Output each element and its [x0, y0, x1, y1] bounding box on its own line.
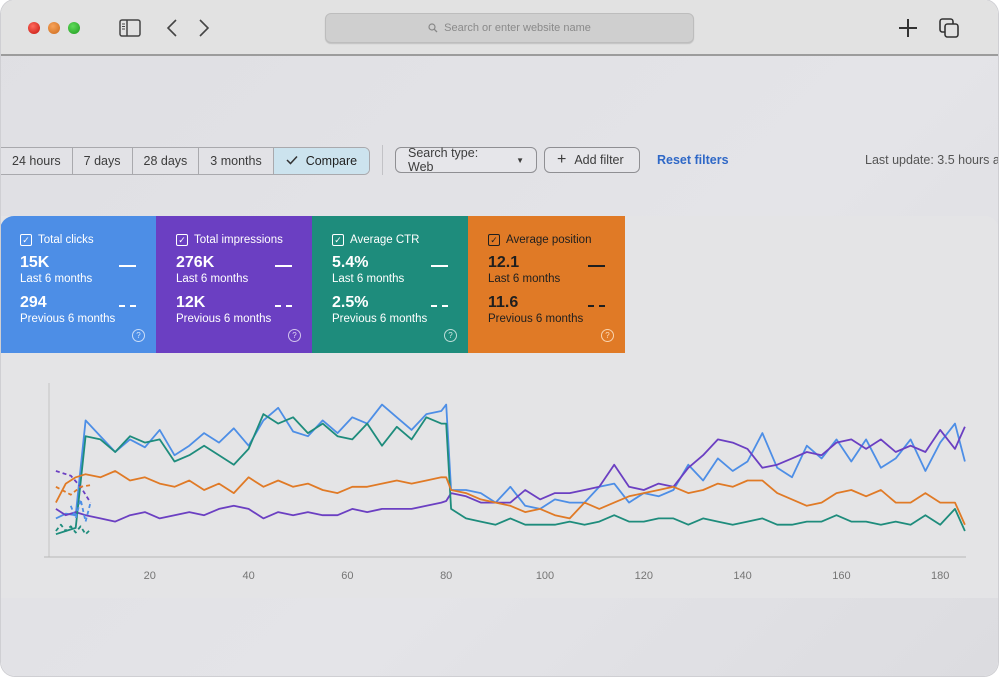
- date-range-label: Compare: [305, 154, 358, 168]
- metric-current-label: Last 6 months: [488, 273, 561, 285]
- sidebar-toggle-icon[interactable]: [118, 16, 142, 40]
- zoom-window-button[interactable]: [68, 22, 80, 34]
- checkbox-checked-icon[interactable]: ✓: [488, 234, 500, 246]
- checkbox-checked-icon[interactable]: ✓: [176, 234, 188, 246]
- metric-current-value: 15K: [20, 254, 50, 271]
- checkbox-checked-icon[interactable]: ✓: [332, 234, 344, 246]
- plus-icon: +: [557, 151, 567, 168]
- date-range-7-days[interactable]: 7 days: [73, 148, 133, 174]
- reset-filters-link[interactable]: Reset filters: [657, 153, 729, 167]
- date-range-24-hours[interactable]: 24 hours: [1, 148, 73, 174]
- date-range-compare[interactable]: Compare: [273, 148, 370, 174]
- new-tab-icon[interactable]: [896, 16, 920, 40]
- dashed-line-legend-icon: [275, 305, 292, 307]
- add-filter-button[interactable]: + Add filter: [544, 147, 640, 173]
- minimize-window-button[interactable]: [48, 22, 60, 34]
- checkbox-checked-icon[interactable]: ✓: [20, 234, 32, 246]
- search-type-label: Search type: Web: [408, 146, 479, 174]
- date-range-label: 3 months: [210, 154, 262, 168]
- forward-icon[interactable]: [192, 16, 216, 40]
- help-icon[interactable]: ?: [132, 329, 145, 342]
- divider: [382, 145, 383, 175]
- metric-card-total-impressions[interactable]: ✓ Total impressions 276K Last 6 months 12…: [156, 216, 312, 353]
- search-icon: [428, 23, 438, 33]
- metric-current-value: 5.4%: [332, 254, 369, 271]
- page-content: 24 hours 7 days 28 days 3 months Compare…: [1, 56, 998, 676]
- metric-card-average-position[interactable]: ✓ Average position 12.1 Last 6 months 11.…: [468, 216, 625, 353]
- solid-line-legend-icon: [119, 265, 136, 267]
- metric-previous-label: Previous 6 months: [332, 313, 428, 325]
- solid-line-legend-icon: [275, 265, 292, 267]
- close-window-button[interactable]: [28, 22, 40, 34]
- metric-name: Total impressions: [194, 234, 283, 246]
- help-icon[interactable]: ?: [444, 329, 457, 342]
- solid-line-legend-icon: [431, 265, 448, 267]
- back-icon[interactable]: [160, 16, 184, 40]
- metric-previous-label: Previous 6 months: [176, 313, 272, 325]
- metric-current-value: 276K: [176, 254, 215, 271]
- metric-previous-value: 2.5%: [332, 294, 369, 311]
- browser-toolbar: Search or enter website name: [1, 0, 998, 56]
- date-range-selector: 24 hours 7 days 28 days 3 months Compare: [1, 147, 371, 175]
- tabs-overview-icon[interactable]: [937, 16, 961, 40]
- help-icon[interactable]: ?: [601, 329, 614, 342]
- url-bar[interactable]: Search or enter website name: [325, 13, 694, 43]
- metric-name: Average position: [506, 234, 592, 246]
- checkmark-icon: [286, 154, 298, 168]
- metric-current-label: Last 6 months: [332, 273, 405, 285]
- solid-line-legend-icon: [588, 265, 605, 267]
- search-type-dropdown[interactable]: Search type: Web ▼: [395, 146, 537, 174]
- dashed-line-legend-icon: [119, 305, 136, 307]
- metric-name: Average CTR: [350, 234, 420, 246]
- date-range-label: 24 hours: [12, 154, 61, 168]
- last-update-text: Last update: 3.5 hours a: [865, 153, 998, 167]
- date-range-label: 7 days: [83, 154, 121, 168]
- performance-panel: ✓ Total clicks 15K Last 6 months 294 Prev…: [1, 216, 998, 598]
- metric-previous-value: 294: [20, 294, 47, 311]
- metric-card-average-ctr[interactable]: ✓ Average CTR 5.4% Last 6 months 2.5% Pre…: [312, 216, 468, 353]
- metric-current-label: Last 6 months: [20, 273, 93, 285]
- browser-window: Search or enter website name 24 hours 7 …: [1, 0, 998, 676]
- metric-previous-label: Previous 6 months: [488, 313, 584, 325]
- help-icon[interactable]: ?: [288, 329, 301, 342]
- metric-current-label: Last 6 months: [176, 273, 249, 285]
- metric-previous-value: 11.6: [488, 294, 519, 311]
- metric-name: Total clicks: [38, 234, 94, 246]
- url-placeholder: Search or enter website name: [444, 22, 591, 34]
- date-range-3-months[interactable]: 3 months: [199, 148, 274, 174]
- dashed-line-legend-icon: [588, 305, 605, 307]
- metric-previous-value: 12K: [176, 294, 206, 311]
- metric-current-value: 12.1: [488, 254, 520, 271]
- metric-previous-label: Previous 6 months: [20, 313, 116, 325]
- dashed-line-legend-icon: [431, 305, 448, 307]
- date-range-label: 28 days: [143, 154, 188, 168]
- add-filter-label: Add filter: [574, 153, 624, 167]
- caret-down-icon: ▼: [516, 155, 524, 165]
- metric-card-total-clicks[interactable]: ✓ Total clicks 15K Last 6 months 294 Prev…: [1, 216, 156, 353]
- date-range-28-days[interactable]: 28 days: [133, 148, 200, 174]
